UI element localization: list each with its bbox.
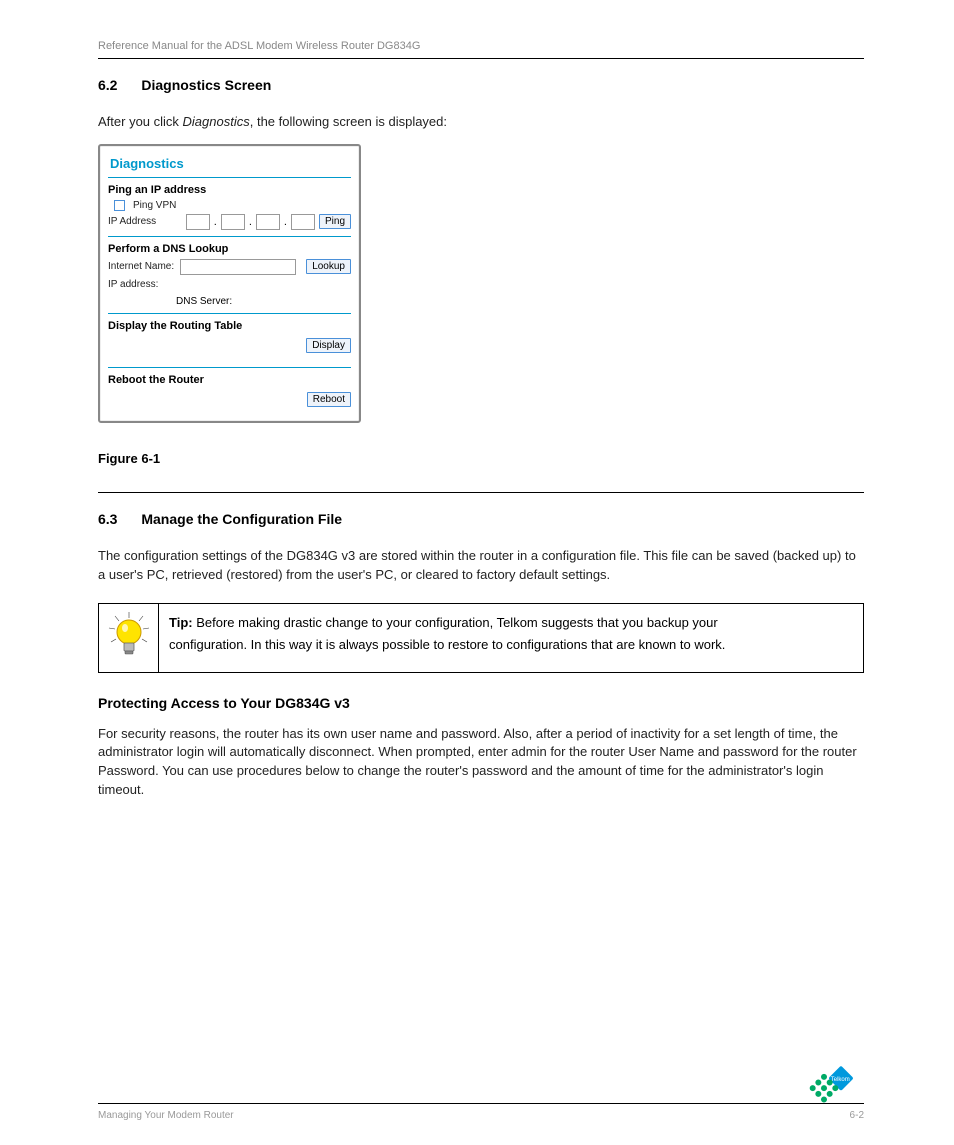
intro-paragraph: After you click Diagnostics, the followi… — [98, 113, 864, 132]
section-number: 6.2 — [98, 77, 117, 93]
tip-box: Tip: Before making drastic change to you… — [98, 603, 864, 673]
blue-rule-3 — [108, 313, 351, 314]
figure-caption: Figure 6-1 — [98, 451, 864, 466]
dot-3: . — [284, 216, 287, 228]
header-left: Reference Manual for the ADSL Modem Wire… — [98, 40, 420, 52]
intro-text-part2: , the following screen is displayed: — [250, 114, 447, 129]
protecting-heading: Protecting Access to Your DG834G v3 — [98, 695, 864, 711]
section2-number: 6.3 — [98, 511, 117, 527]
diagnostics-title: Diagnostics — [108, 156, 351, 171]
ip-octet-3[interactable] — [256, 214, 280, 230]
footer: Managing Your Modem Router 6-2 Telkom — [98, 1103, 864, 1121]
ping-button[interactable]: Ping — [319, 214, 351, 229]
internet-name-label: Internet Name: — [108, 261, 176, 272]
section2-title: Manage the Configuration File — [141, 511, 342, 527]
reboot-button[interactable]: Reboot — [307, 392, 351, 407]
blue-rule-2 — [108, 236, 351, 237]
dot-1: . — [214, 216, 217, 228]
section2-num-row: 6.3 Manage the Configuration File — [98, 511, 864, 527]
tip-icon-cell — [99, 604, 159, 672]
section-num-row: 6.2 Diagnostics Screen — [98, 77, 864, 93]
display-button[interactable]: Display — [306, 338, 351, 353]
intro-text-part1: After you click — [98, 114, 183, 129]
routing-section-label: Display the Routing Table — [108, 320, 351, 332]
tip-line1: Before making drastic change to your con… — [196, 615, 718, 630]
diagnostics-panel: Diagnostics Ping an IP address Ping VPN … — [98, 144, 361, 423]
section2-text: The configuration settings of the DG834G… — [98, 547, 864, 585]
ping-vpn-label: Ping VPN — [133, 200, 176, 211]
blue-rule-4 — [108, 367, 351, 368]
blue-rule-1 — [108, 177, 351, 178]
ip-address-result-label: IP address: — [108, 279, 351, 290]
section-title: Diagnostics Screen — [141, 77, 271, 93]
protecting-text: For security reasons, the router has its… — [98, 725, 864, 800]
ip-octet-4[interactable] — [291, 214, 315, 230]
telkom-logo: Telkom — [784, 1051, 864, 1131]
lightbulb-icon — [105, 610, 153, 666]
mid-rule — [98, 492, 864, 493]
dns-server-label: DNS Server: — [176, 296, 351, 307]
dot-2: . — [249, 216, 252, 228]
ping-vpn-checkbox[interactable] — [114, 200, 125, 211]
ip-octet-1[interactable] — [186, 214, 210, 230]
tip-line2: configuration. In this way it is always … — [169, 637, 725, 652]
ip-octet-2[interactable] — [221, 214, 245, 230]
telkom-logo-text: Telkom — [831, 1077, 850, 1083]
tip-text-cell: Tip: Before making drastic change to you… — [159, 604, 863, 672]
tip-prefix: Tip: — [169, 615, 196, 630]
intro-em: Diagnostics — [183, 114, 250, 129]
bottom-rule — [98, 1103, 864, 1104]
reboot-section-label: Reboot the Router — [108, 374, 351, 386]
lookup-button[interactable]: Lookup — [306, 259, 351, 274]
top-rule — [98, 58, 864, 59]
ping-vpn-row: Ping VPN — [108, 200, 351, 211]
dns-section-label: Perform a DNS Lookup — [108, 243, 351, 255]
ip-address-row: IP Address . . . Ping — [108, 214, 351, 230]
footer-left: Managing Your Modem Router — [98, 1110, 234, 1121]
ip-address-label: IP Address — [108, 216, 182, 227]
internet-name-row: Internet Name: Lookup — [108, 259, 351, 275]
internet-name-input[interactable] — [180, 259, 296, 275]
ping-section-label: Ping an IP address — [108, 184, 351, 196]
